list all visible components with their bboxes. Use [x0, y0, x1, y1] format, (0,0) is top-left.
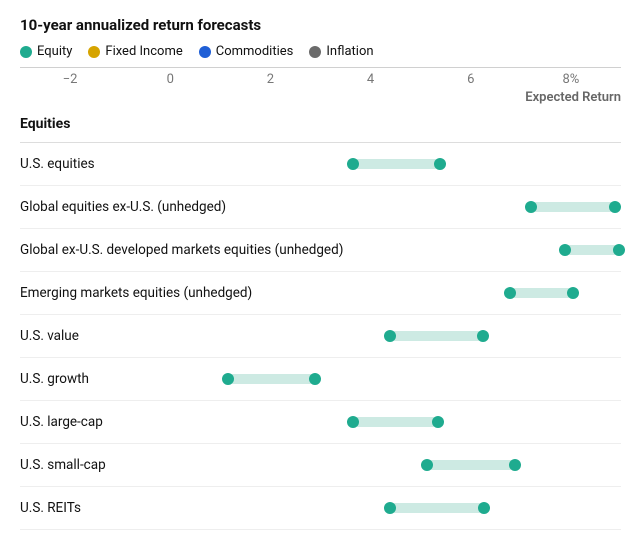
range-low-dot-icon: [504, 287, 516, 299]
legend-label: Inflation: [326, 44, 373, 59]
row-label: U.S. REITs: [20, 500, 89, 516]
legend-label: Commodities: [216, 44, 294, 59]
legend-dot-icon: [309, 46, 321, 58]
range-low-dot-icon: [525, 201, 537, 213]
row-label: U.S. large-cap: [20, 414, 111, 430]
axis-tick: 4: [367, 72, 374, 87]
chart-row: U.S. growth: [20, 358, 621, 401]
range-high-dot-icon: [478, 502, 490, 514]
legend-dot-icon: [20, 46, 32, 58]
row-plot: [103, 143, 621, 185]
range-low-dot-icon: [347, 416, 359, 428]
x-axis: −2 0 2 4 6 8% Expected Return: [20, 67, 621, 112]
legend-item: Inflation: [309, 44, 373, 59]
chart-row: U.S. equities: [20, 143, 621, 186]
range-low-dot-icon: [384, 330, 396, 342]
row-plot: [87, 315, 621, 357]
row-label: U.S. small-cap: [20, 457, 114, 473]
row-label: Global equities ex-U.S. (unhedged): [20, 199, 234, 215]
legend-item: Fixed Income: [88, 44, 182, 59]
range-high-dot-icon: [432, 416, 444, 428]
range-bar: [531, 202, 615, 212]
row-label: U.S. value: [20, 328, 87, 344]
row-label: Global ex-U.S. developed markets equitie…: [20, 242, 351, 258]
axis-tick: −2: [63, 72, 78, 87]
row-label: U.S. equities: [20, 156, 103, 172]
legend-dot-icon: [199, 46, 211, 58]
range-high-dot-icon: [477, 330, 489, 342]
chart-title: 10-year annualized return forecasts: [20, 16, 621, 34]
range-low-dot-icon: [384, 502, 396, 514]
legend: Equity Fixed Income Commodities Inflation: [20, 44, 621, 59]
range-low-dot-icon: [421, 459, 433, 471]
chart-row: U.S. REITs: [20, 487, 621, 530]
legend-item: Commodities: [199, 44, 294, 59]
row-plot: [97, 358, 621, 400]
chart-row: Emerging markets equities (unhedged): [20, 272, 621, 315]
row-plot: [351, 229, 621, 271]
chart-row: U.S. value: [20, 315, 621, 358]
row-label: Emerging markets equities (unhedged): [20, 285, 260, 301]
range-bar: [353, 417, 438, 427]
row-plot: [260, 272, 621, 314]
range-high-dot-icon: [509, 459, 521, 471]
range-high-dot-icon: [434, 158, 446, 170]
range-low-dot-icon: [222, 373, 234, 385]
range-high-dot-icon: [309, 373, 321, 385]
axis-tick: 2: [267, 72, 274, 87]
chart-row: Global equities ex-U.S. (unhedged): [20, 186, 621, 229]
axis-right-label: Expected Return: [525, 90, 621, 105]
section-heading-equities: Equities: [20, 112, 621, 143]
range-bar: [427, 460, 516, 470]
legend-label: Fixed Income: [105, 44, 182, 59]
range-low-dot-icon: [559, 244, 571, 256]
range-bar: [353, 159, 439, 169]
row-plot: [234, 186, 621, 228]
range-bar: [510, 288, 573, 298]
range-high-dot-icon: [609, 201, 621, 213]
range-bar: [565, 245, 619, 255]
range-high-dot-icon: [567, 287, 579, 299]
range-bar: [390, 503, 483, 513]
legend-item: Equity: [20, 44, 72, 59]
chart-row: U.S. small-cap: [20, 444, 621, 487]
row-plot: [114, 444, 621, 486]
chart-row: Global ex-U.S. developed markets equitie…: [20, 229, 621, 272]
range-bar: [228, 374, 315, 384]
row-plot: [111, 401, 621, 443]
range-low-dot-icon: [347, 158, 359, 170]
legend-dot-icon: [88, 46, 100, 58]
legend-label: Equity: [37, 44, 72, 59]
axis-tick: 0: [167, 72, 174, 87]
axis-tick: 8%: [562, 72, 579, 87]
row-label: U.S. growth: [20, 371, 97, 387]
row-plot: [89, 487, 621, 529]
axis-tick: 6: [467, 72, 474, 87]
range-bar: [390, 331, 483, 341]
chart-row: U.S. large-cap: [20, 401, 621, 444]
range-high-dot-icon: [613, 244, 625, 256]
